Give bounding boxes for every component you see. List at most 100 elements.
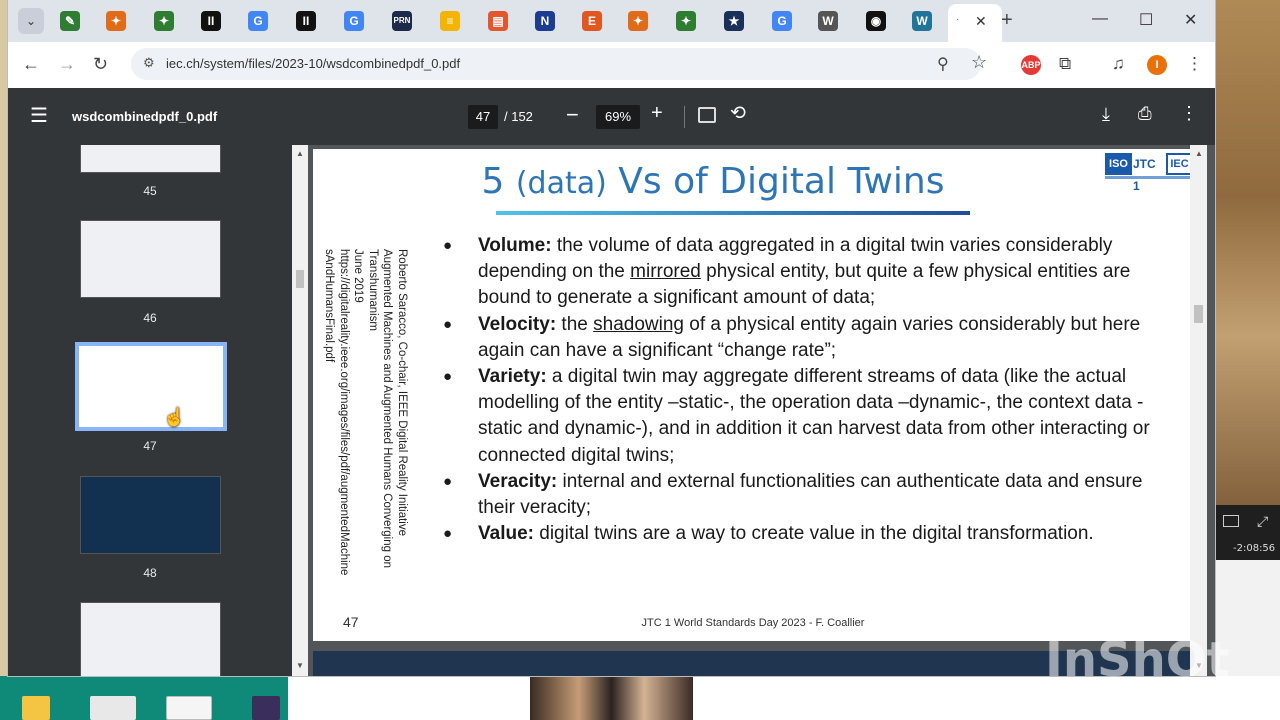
- bullet-item: Volume: the volume of data aggregated in…: [443, 233, 1183, 312]
- subtitles-icon[interactable]: [1223, 515, 1239, 527]
- rotate-icon[interactable]: ⟲: [730, 102, 746, 125]
- n-icon[interactable]: N: [535, 11, 555, 31]
- star-box-icon[interactable]: ★: [724, 11, 744, 31]
- url-text[interactable]: iec.ch/system/files/2023-10/wsdcombinedp…: [166, 56, 460, 71]
- hamburger-menu-icon[interactable]: ☰: [30, 106, 48, 126]
- hand-cursor-icon: ☝: [163, 407, 186, 427]
- thumbnail-label: 46: [143, 311, 157, 325]
- reload-icon[interactable]: ↻: [93, 54, 108, 75]
- extension-icon[interactable]: ✦: [628, 11, 648, 31]
- logo-underline: [1105, 176, 1193, 179]
- pdf-viewer: 5 (data) Vs of Digital Twins ISO JTC 1 I…: [308, 145, 1215, 676]
- video-time: -2:08:56: [1233, 543, 1276, 554]
- pause-icon[interactable]: II: [296, 11, 316, 31]
- thumbnail-page[interactable]: [80, 476, 221, 554]
- feather-icon[interactable]: ✎: [60, 11, 80, 31]
- citation-line: June 2019: [352, 249, 365, 303]
- pause-icon[interactable]: II: [201, 11, 221, 31]
- scrollbar-thumb[interactable]: [1194, 305, 1203, 323]
- zoom-out-icon[interactable]: −: [566, 102, 579, 128]
- logo-iec: IEC: [1166, 153, 1193, 175]
- prn-icon[interactable]: PRN: [392, 11, 412, 31]
- citation-line: Augmented Machines and Augmented Humans …: [381, 249, 394, 569]
- document-icon[interactable]: [166, 696, 212, 720]
- browser-window: ⌄ ✎ ✦ ✦ II G II G PRN ≡ ▤ N E ✦ ✦ ★ G W ◉ W · ✕ + — ☐ ✕ ← …: [8, 0, 1215, 676]
- google-icon[interactable]: G: [772, 11, 792, 31]
- fit-page-icon[interactable]: [698, 107, 716, 123]
- bullet-item: Value: digital twins are a way to create…: [443, 521, 1183, 547]
- github-icon[interactable]: ◉: [866, 11, 886, 31]
- page-total: / 152: [504, 109, 533, 124]
- wikipedia-icon[interactable]: W: [818, 11, 838, 31]
- pdf-toolbar: ☰ wsdcombinedpdf_0.pdf 47 / 152 − 69% + …: [8, 88, 1215, 145]
- slide-footer: JTC 1 World Standards Day 2023 - F. Coal…: [641, 617, 865, 629]
- pdf-filename: wsdcombinedpdf_0.pdf: [72, 109, 218, 124]
- google-icon[interactable]: G: [248, 11, 268, 31]
- wordpress-icon[interactable]: W: [912, 11, 932, 31]
- tab-search-icon[interactable]: ⌄: [18, 8, 44, 34]
- bookmark-star-icon[interactable]: ☆: [971, 52, 987, 73]
- title-part: Vs of Digital Twins: [606, 161, 945, 202]
- citation-line: Roberto Saracco, Co-chair, IEEE Digital …: [396, 249, 408, 536]
- photo-thumbnail[interactable]: [530, 674, 693, 720]
- address-bar[interactable]: ⚙ iec.ch/system/files/2023-10/wsdcombine…: [131, 48, 987, 80]
- fullscreen-icon[interactable]: ⤢: [1257, 513, 1268, 530]
- notes-icon[interactable]: ≡: [440, 11, 460, 31]
- extension-icon[interactable]: ✦: [676, 11, 696, 31]
- background-window: [1215, 0, 1280, 560]
- close-tab-icon[interactable]: ✕: [975, 13, 987, 30]
- tab-bar: ⌄ ✎ ✦ ✦ II G II G PRN ≡ ▤ N E ✦ ✦ ★ G W ◉ W · ✕ + — ☐ ✕: [8, 0, 1215, 42]
- bullet-list: Volume: the volume of data aggregated in…: [443, 233, 1183, 548]
- google-icon[interactable]: G: [344, 11, 364, 31]
- adblock-icon[interactable]: ABP: [1021, 55, 1041, 75]
- page-number-input[interactable]: 47: [468, 105, 498, 129]
- title-part: (data): [515, 166, 607, 201]
- close-window-icon[interactable]: ✕: [1184, 10, 1197, 30]
- viewer-scrollbar[interactable]: ▲ ▼: [1190, 145, 1207, 676]
- maximize-icon[interactable]: ☐: [1139, 10, 1153, 30]
- minimize-icon[interactable]: —: [1092, 10, 1108, 28]
- menu-icon[interactable]: ⋮: [1186, 54, 1203, 74]
- file-icon[interactable]: [90, 696, 136, 720]
- scroll-up-icon[interactable]: ▲: [296, 149, 304, 158]
- extension-icon[interactable]: ✦: [154, 11, 174, 31]
- pdf-page: 5 (data) Vs of Digital Twins ISO JTC 1 I…: [313, 149, 1193, 641]
- download-icon[interactable]: ⤓: [1102, 104, 1110, 125]
- citation-line: sAndHumansFinal.pdf: [323, 249, 336, 363]
- thumbnail-page[interactable]: [80, 602, 221, 676]
- sidebar-scrollbar[interactable]: ▲ ▼: [292, 145, 308, 676]
- thumbnail-label: 48: [143, 566, 157, 580]
- scroll-up-icon[interactable]: ▲: [1195, 149, 1203, 158]
- slide-title: 5 (data) Vs of Digital Twins: [313, 161, 1113, 202]
- zoom-in-icon[interactable]: +: [651, 102, 663, 125]
- bullet-item: Velocity: the shadowing of a physical en…: [443, 312, 1183, 364]
- extension-icon[interactable]: ✦: [106, 11, 126, 31]
- slides-icon[interactable]: ▤: [488, 11, 508, 31]
- thumbnail-page[interactable]: [80, 220, 221, 298]
- logo-jtc: JTC 1: [1133, 157, 1156, 193]
- zoom-icon[interactable]: ⚲: [937, 54, 949, 74]
- more-options-icon[interactable]: ⋮: [1180, 103, 1198, 124]
- title-underline: [496, 211, 970, 215]
- profile-avatar[interactable]: I: [1147, 55, 1167, 75]
- tab-active[interactable]: · ✕: [948, 4, 1002, 42]
- thumbnail-page[interactable]: [80, 145, 221, 173]
- thumbnail-page-selected[interactable]: [75, 342, 227, 431]
- zoom-input[interactable]: 69%: [596, 105, 640, 129]
- scrollbar-thumb[interactable]: [296, 270, 304, 288]
- extensions-icon[interactable]: ⧉: [1059, 54, 1071, 74]
- media-control-icon[interactable]: ♫: [1112, 54, 1125, 74]
- back-icon[interactable]: ←: [22, 54, 40, 75]
- browser-toolbar: ← → ↻ ⚙ iec.ch/system/files/2023-10/wsdc…: [8, 42, 1215, 88]
- e-icon[interactable]: E: [582, 11, 602, 31]
- scroll-down-icon[interactable]: ▼: [296, 661, 304, 670]
- forward-icon[interactable]: →: [58, 54, 76, 75]
- print-icon[interactable]: ⎙: [1138, 104, 1152, 124]
- site-info-icon[interactable]: ⚙: [143, 55, 155, 71]
- thumbnail-label: 45: [143, 184, 157, 198]
- iso-jtc1-iec-logo: ISO JTC 1 IEC: [1105, 153, 1193, 193]
- folder-icon[interactable]: [22, 696, 50, 720]
- new-tab-button[interactable]: +: [1001, 10, 1013, 30]
- app-icon[interactable]: [252, 696, 280, 720]
- logo-iso: ISO: [1105, 153, 1132, 175]
